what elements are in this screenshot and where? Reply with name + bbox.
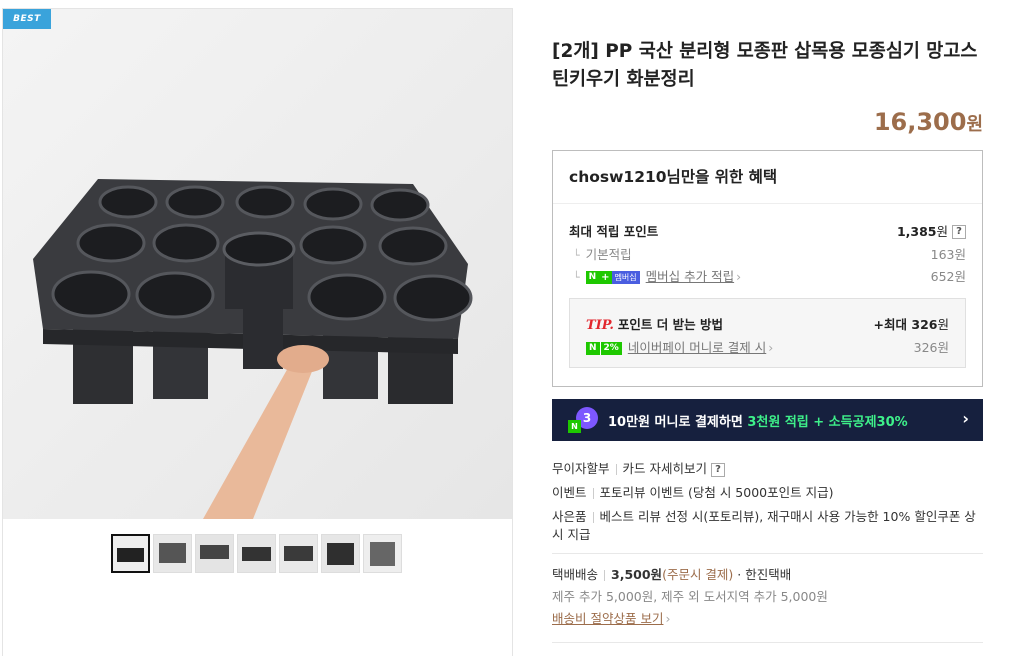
product-gallery: BEST — [2, 8, 513, 656]
thumbnail-image — [154, 535, 191, 572]
thumbnail-5[interactable] — [279, 534, 318, 573]
tip-box: TIP. 포인트 더 받는 방법 +최대 326원 N 2% 네이버페이 머니로 결제… — [569, 298, 966, 368]
shipping-extra: 제주 추가 5,000원, 제주 외 도서지역 추가 5,000원 — [552, 589, 828, 604]
npay-money-row: N 2% 네이버페이 머니로 결제 시 › 326원 — [586, 335, 949, 357]
naver-n-icon: N — [568, 420, 581, 433]
thumbnail-image — [238, 535, 275, 572]
tip-row: TIP. 포인트 더 받는 방법 +최대 326원 — [586, 311, 949, 335]
seedling-tray-photo — [3, 9, 512, 519]
npay-money-link[interactable]: 네이버페이 머니로 결제 시 — [628, 340, 766, 355]
banner-highlight: 3천원 적립 + 소득공제30% — [747, 414, 908, 430]
shipping-fee-row: 택배배송 3,500원(주문시 결제) · 한진택배 — [552, 564, 983, 586]
purchase-info: 무이자할부 카드 자세히보기? 이벤트 포토리뷰 이벤트 (당첨 시 5000포인트… — [552, 457, 983, 643]
gift-row: 사은품 베스트 리뷰 선정 시(포토리뷰), 재구매시 사용 가능한 10% 할인… — [552, 505, 983, 544]
chevron-right-icon: › — [736, 268, 742, 284]
max-points-value: 1,385 — [896, 223, 937, 239]
thumbnail-4[interactable] — [237, 534, 276, 573]
tip-label: TIP. — [586, 317, 614, 333]
chevron-right-icon: › — [768, 339, 774, 355]
event-text: 포토리뷰 이벤트 (당첨 시 5000포인트 지급) — [599, 485, 834, 500]
price-currency: 원 — [966, 114, 983, 135]
thumbnail-6[interactable] — [321, 534, 360, 573]
membership-points-name: └ N + 멤버십 멤버십 추가 적립 › — [573, 266, 741, 285]
shipping-saving-row: 배송비 절약상품 보기 › — [552, 608, 983, 630]
product-price: 16,300원 — [552, 108, 983, 136]
price-value: 16,300 — [873, 108, 967, 136]
percent-chip-text: 2% — [599, 341, 622, 355]
thumbnail-3[interactable] — [195, 534, 234, 573]
card-detail-link[interactable]: 카드 자세히보기 — [623, 461, 707, 476]
event-row: 이벤트 포토리뷰 이벤트 (당첨 시 5000포인트 지급) — [552, 481, 983, 505]
tree-branch-icon: └ — [573, 248, 580, 262]
npay-promo-banner[interactable]: 3 N 10만원 머니로 결제하면 3천원 적립 + 소득공제30% › — [552, 399, 983, 441]
installment-label: 무이자할부 — [552, 461, 610, 476]
basic-points-value: 163원 — [930, 246, 966, 262]
membership-chip-text: 멤버십 — [611, 270, 640, 284]
thumbnail-image — [196, 535, 233, 572]
membership-points-row: └ N + 멤버십 멤버십 추가 적립 › 652원 — [569, 264, 966, 286]
shipping-fee-note: (주문시 결제) — [662, 567, 734, 582]
max-points-label: 최대 적립 포인트 — [569, 223, 659, 239]
chevron-right-icon: › — [962, 409, 969, 428]
shipping-carrier: · 한진택배 — [737, 567, 792, 582]
tip-max: +최대 326원 — [874, 314, 949, 333]
thumbnail-1[interactable] — [111, 534, 150, 573]
npay-point-icon: 3 N — [568, 407, 598, 433]
section-divider — [552, 642, 983, 643]
tip-max-value: 326 — [911, 316, 938, 332]
basic-points-name: └ 기본적립 — [573, 244, 632, 263]
banner-text: 10만원 머니로 결제하면 — [608, 414, 743, 430]
npay-money-value: 326원 — [913, 339, 949, 355]
won-unit: 원 — [937, 316, 949, 332]
won-unit: 원 — [936, 223, 948, 239]
gift-text: 베스트 리뷰 선정 시(포토리뷰), 재구매시 사용 가능한 10% 할인쿠폰 … — [552, 509, 976, 542]
divider — [615, 464, 617, 475]
help-icon[interactable]: ? — [711, 462, 725, 477]
npay-money-name: N 2% 네이버페이 머니로 결제 시 › — [586, 337, 773, 356]
product-page: BEST [2개] PP 국산 분리형 모종판 삽목용 모종심기 망고스틴키우기… — [0, 0, 1023, 656]
naver-plus-membership-chip: N + 멤버십 — [585, 270, 640, 284]
divider — [592, 488, 594, 499]
shipping-fee: 3,500원 — [611, 567, 663, 582]
shipping-section: 택배배송 3,500원(주문시 결제) · 한진택배 제주 추가 5,000원, … — [552, 564, 983, 630]
naver-n-icon: N — [585, 270, 600, 284]
event-label: 이벤트 — [552, 485, 587, 500]
thumbnail-7[interactable] — [363, 534, 402, 573]
tree-branch-icon: └ — [573, 270, 580, 284]
chevron-right-icon: › — [665, 611, 671, 626]
divider — [604, 570, 606, 581]
divider — [592, 512, 594, 523]
thumbnail-image — [113, 536, 148, 571]
membership-points-value: 652원 — [930, 268, 966, 284]
member-benefit-box: chosw1210님만을 위한 혜택 최대 적립 포인트 1,385원? └ 기본… — [552, 150, 983, 387]
product-title: [2개] PP 국산 분리형 모종판 삽목용 모종심기 망고스틴키우기 화분정리 — [552, 41, 978, 90]
benefit-body: 최대 적립 포인트 1,385원? └ 기본적립 163원 └ N + 멤버십 멤버십 추… — [553, 204, 982, 386]
membership-link[interactable]: 멤버십 추가 적립 — [646, 269, 734, 284]
main-product-image[interactable] — [3, 9, 512, 519]
thumbnail-strip — [111, 534, 402, 573]
max-points-amount: 1,385원? — [897, 221, 966, 240]
benefit-heading: chosw1210님만을 위한 혜택 — [553, 151, 982, 204]
max-points-row: 최대 적립 포인트 1,385원? — [569, 218, 966, 242]
gift-label: 사은품 — [552, 509, 587, 524]
help-icon[interactable]: ? — [952, 225, 966, 239]
product-info-panel: [2개] PP 국산 분리형 모종판 삽목용 모종심기 망고스틴키우기 화분정리… — [552, 38, 983, 643]
thumbnail-image — [322, 535, 359, 572]
shipping-label: 택배배송 — [552, 567, 599, 582]
naver-pay-percent-chip: N 2% — [586, 341, 622, 355]
tip-max-prefix: +최대 — [873, 316, 908, 332]
tip-title: TIP. 포인트 더 받는 방법 — [586, 314, 723, 333]
basic-points-label: 기본적립 — [585, 246, 632, 262]
basic-points-row: └ 기본적립 163원 — [569, 242, 966, 264]
thumbnail-image — [280, 535, 317, 572]
installment-row: 무이자할부 카드 자세히보기? — [552, 457, 983, 481]
shipping-saving-link[interactable]: 배송비 절약상품 보기 — [552, 611, 663, 626]
tip-text: 포인트 더 받는 방법 — [617, 316, 723, 332]
thumbnail-image — [364, 535, 401, 572]
section-divider — [552, 553, 983, 554]
best-badge: BEST — [3, 9, 51, 29]
naver-n-icon: N — [586, 341, 600, 355]
thumbnail-2[interactable] — [153, 534, 192, 573]
plus-icon: + — [599, 270, 612, 284]
